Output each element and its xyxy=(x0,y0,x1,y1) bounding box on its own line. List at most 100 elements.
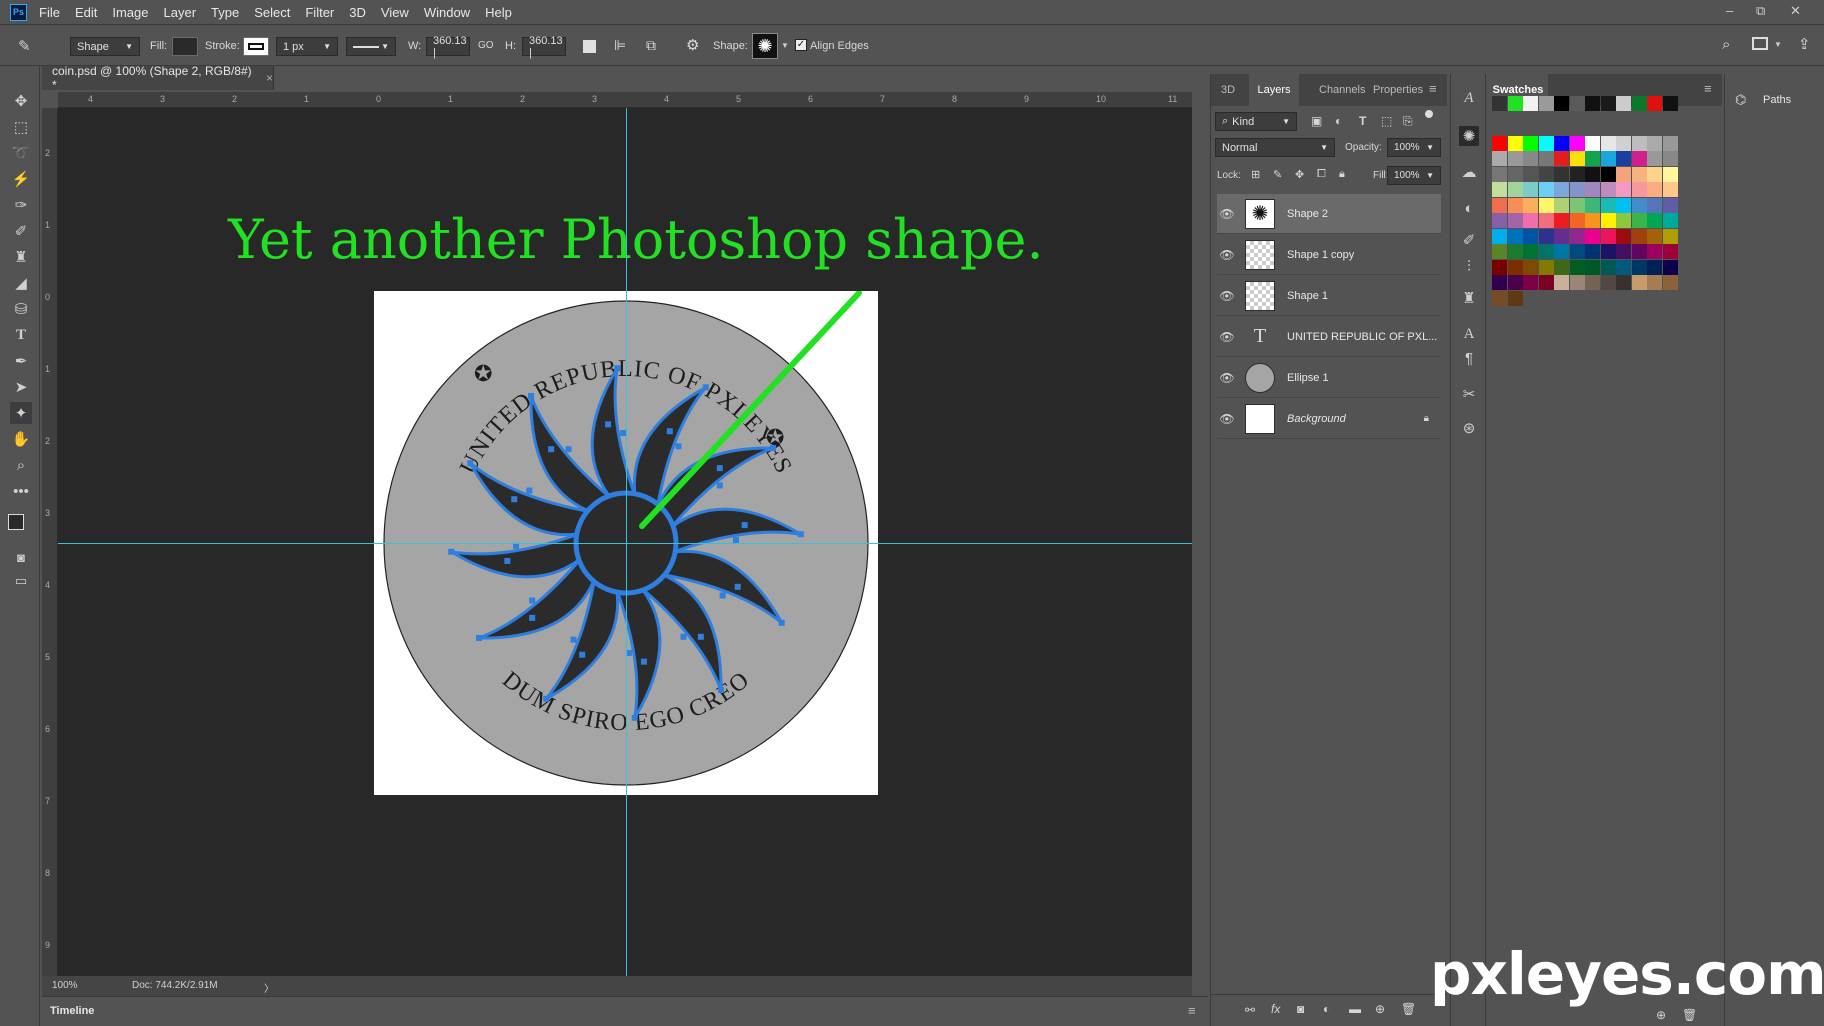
adjustments-icon[interactable]: ◐ xyxy=(1459,198,1479,218)
visibility-eye-icon[interactable]: 👁︎ xyxy=(1217,412,1237,426)
color-swatch[interactable] xyxy=(1585,275,1600,290)
color-swatch[interactable] xyxy=(1507,197,1523,213)
custom-shape-picker[interactable]: ✺ xyxy=(752,33,778,59)
color-swatch[interactable] xyxy=(1538,151,1554,166)
anchor-point[interactable] xyxy=(476,634,483,641)
color-swatch[interactable] xyxy=(1631,259,1647,275)
color-swatch[interactable] xyxy=(1554,259,1569,275)
color-swatch[interactable] xyxy=(1585,259,1600,275)
color-swatch[interactable] xyxy=(1554,135,1569,151)
anchor-point[interactable] xyxy=(526,487,533,494)
color-swatch[interactable] xyxy=(1647,259,1662,275)
color-swatch[interactable] xyxy=(1662,182,1678,197)
color-swatch[interactable] xyxy=(1616,135,1631,151)
paths-icon[interactable]: ⌬ xyxy=(1735,92,1746,108)
color-swatch[interactable] xyxy=(1492,275,1507,290)
color-swatch[interactable] xyxy=(1600,275,1616,290)
zoom-level[interactable]: 100% xyxy=(52,980,78,991)
color-swatch[interactable] xyxy=(1523,151,1538,166)
anchor-point[interactable] xyxy=(548,446,555,453)
anchor-point[interactable] xyxy=(565,446,572,453)
color-swatch[interactable] xyxy=(1492,228,1507,244)
hand-tool-icon[interactable]: ✋ xyxy=(10,428,32,450)
menu-filter[interactable]: Filter xyxy=(305,5,334,20)
menu-layer[interactable]: Layer xyxy=(164,5,197,20)
filter-type-icon[interactable]: T xyxy=(1359,114,1366,128)
color-swatch[interactable] xyxy=(1616,166,1631,182)
color-swatch[interactable] xyxy=(1662,197,1678,213)
color-swatch[interactable] xyxy=(1538,275,1554,290)
opacity-input[interactable]: 100% ▼ xyxy=(1387,138,1441,157)
chevron-down-icon[interactable]: ▼ xyxy=(1774,40,1782,49)
color-swatch[interactable] xyxy=(1554,151,1569,166)
color-swatch[interactable] xyxy=(1585,135,1600,151)
path-arrangement-icon[interactable]: ⧉ xyxy=(646,37,664,55)
character-styles-icon[interactable]: A xyxy=(1459,88,1479,108)
visibility-eye-icon[interactable]: 👁︎ xyxy=(1217,248,1237,262)
color-swatch[interactable] xyxy=(1569,228,1585,244)
path-alignment-icon[interactable]: ⊫ xyxy=(614,37,632,55)
color-swatch[interactable] xyxy=(1631,96,1647,111)
layer-row-shape-1-copy[interactable]: 👁︎ Shape 1 copy xyxy=(1217,235,1441,275)
more-tools-icon[interactable]: ••• xyxy=(10,480,32,502)
eraser-tool-icon[interactable]: ◢ xyxy=(10,272,32,294)
color-swatch[interactable] xyxy=(1616,182,1631,197)
brush-tool-icon[interactable]: ✐ xyxy=(10,220,32,242)
color-swatch[interactable] xyxy=(1538,228,1554,244)
color-swatch[interactable] xyxy=(1507,290,1523,306)
trash-icon[interactable]: 🗑︎ xyxy=(1401,1002,1416,1016)
brushes-icon[interactable]: ✐ xyxy=(1459,230,1479,250)
libraries-icon[interactable]: ☁ xyxy=(1459,162,1479,182)
color-swatch[interactable] xyxy=(1523,213,1538,228)
color-swatch[interactable] xyxy=(1600,135,1616,151)
trash-icon[interactable]: 🗑︎ xyxy=(1682,1008,1697,1022)
menu-file[interactable]: File xyxy=(39,5,60,20)
anchor-point[interactable] xyxy=(797,531,804,538)
canvas-area[interactable]: Yet another Photoshop shape. UNITED REPU… xyxy=(58,108,1192,976)
color-swatch[interactable] xyxy=(1523,166,1538,182)
visibility-eye-icon[interactable]: 👁︎ xyxy=(1217,330,1237,344)
color-swatch[interactable] xyxy=(1647,244,1662,259)
color-swatch[interactable] xyxy=(1569,135,1585,151)
color-swatch[interactable] xyxy=(1507,182,1523,197)
visibility-eye-icon[interactable]: 👁︎ xyxy=(1217,207,1237,221)
anchor-point[interactable] xyxy=(570,636,577,643)
quick-mask-icon[interactable]: ◙ xyxy=(10,546,32,568)
anchor-point[interactable] xyxy=(631,714,638,721)
anchor-point[interactable] xyxy=(778,619,785,626)
anchor-point[interactable] xyxy=(769,445,776,452)
color-swatch[interactable] xyxy=(1616,197,1631,213)
color-swatch[interactable] xyxy=(1554,244,1569,259)
color-swatch[interactable] xyxy=(1631,151,1647,166)
anchor-point[interactable] xyxy=(579,651,586,658)
color-swatch[interactable] xyxy=(1600,151,1616,166)
tab-channels[interactable]: Channels xyxy=(1319,84,1365,96)
color-swatch[interactable] xyxy=(1538,259,1554,275)
menu-select[interactable]: Select xyxy=(254,5,290,20)
color-swatch[interactable] xyxy=(1507,166,1523,182)
restore-button[interactable]: ⧉ xyxy=(1756,3,1765,19)
move-tool-icon[interactable]: ✥ xyxy=(10,90,32,112)
color-swatch[interactable] xyxy=(1538,96,1554,111)
color-swatch[interactable] xyxy=(1523,182,1538,197)
color-swatch[interactable] xyxy=(1569,151,1585,166)
photoshop-logo[interactable]: Ps xyxy=(10,3,27,21)
color-swatch[interactable] xyxy=(1538,182,1554,197)
menu-3d[interactable]: 3D xyxy=(349,5,366,20)
color-swatch[interactable] xyxy=(1554,197,1569,213)
color-swatch[interactable] xyxy=(1554,96,1569,111)
color-swatch[interactable] xyxy=(1647,182,1662,197)
fx-icon[interactable]: fx xyxy=(1271,1002,1280,1016)
color-swatch[interactable] xyxy=(1600,213,1616,228)
anchor-point[interactable] xyxy=(675,443,682,450)
tool-mode-select[interactable]: Shape ▼ xyxy=(70,37,140,56)
color-swatch[interactable] xyxy=(1585,182,1600,197)
zoom-tool-icon[interactable]: ⌕ xyxy=(10,454,32,476)
color-swatch[interactable] xyxy=(1647,197,1662,213)
gear-icon[interactable]: ⚙ xyxy=(686,36,704,54)
color-swatch[interactable] xyxy=(1523,197,1538,213)
panel-menu-icon[interactable]: ≡ xyxy=(1429,81,1437,96)
screen-mode-icon[interactable]: ▭ xyxy=(10,570,32,592)
color-swatch[interactable] xyxy=(1569,96,1585,111)
width-input[interactable]: 360.13 | xyxy=(426,35,470,59)
